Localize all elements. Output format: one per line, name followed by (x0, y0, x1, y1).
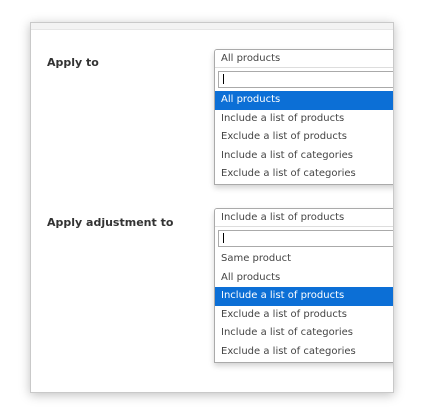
apply-to-option-exclude-categories[interactable]: Exclude a list of categories (215, 165, 393, 184)
apply-to-dropdown[interactable]: All products All products Include a list… (214, 49, 393, 185)
apply-adjustment-to-search-input[interactable] (218, 230, 393, 247)
apply-adjustment-to-options-list: Same product All products Include a list… (215, 250, 393, 362)
apply-adjustment-to-current-value[interactable]: Include a list of products (215, 209, 393, 227)
apply-adjustment-option-all-products[interactable]: All products (215, 269, 393, 288)
apply-adjustment-option-exclude-products[interactable]: Exclude a list of products (215, 306, 393, 325)
panel-top-strip (31, 23, 393, 30)
apply-to-options-list: All products Include a list of products … (215, 91, 393, 184)
apply-adjustment-to-label: Apply adjustment to (47, 216, 174, 229)
apply-to-option-all-products[interactable]: All products (215, 91, 393, 110)
apply-to-current-value[interactable]: All products (215, 50, 393, 68)
apply-to-option-include-products[interactable]: Include a list of products (215, 110, 393, 129)
apply-adjustment-option-include-products[interactable]: Include a list of products (215, 287, 393, 306)
apply-adjustment-to-dropdown[interactable]: Include a list of products Same product … (214, 208, 393, 363)
apply-adjustment-option-include-categories[interactable]: Include a list of categories (215, 324, 393, 343)
text-caret (223, 74, 224, 84)
text-caret (223, 233, 224, 243)
apply-to-search-wrap (215, 68, 393, 91)
apply-to-option-exclude-products[interactable]: Exclude a list of products (215, 128, 393, 147)
apply-adjustment-to-search-wrap (215, 227, 393, 250)
apply-to-label: Apply to (47, 56, 99, 69)
apply-adjustment-option-exclude-categories[interactable]: Exclude a list of categories (215, 343, 393, 362)
apply-to-option-include-categories[interactable]: Include a list of categories (215, 147, 393, 166)
apply-to-search-input[interactable] (218, 71, 393, 88)
apply-adjustment-option-same-product[interactable]: Same product (215, 250, 393, 269)
settings-panel: Apply to All products All products Inclu… (30, 22, 394, 393)
